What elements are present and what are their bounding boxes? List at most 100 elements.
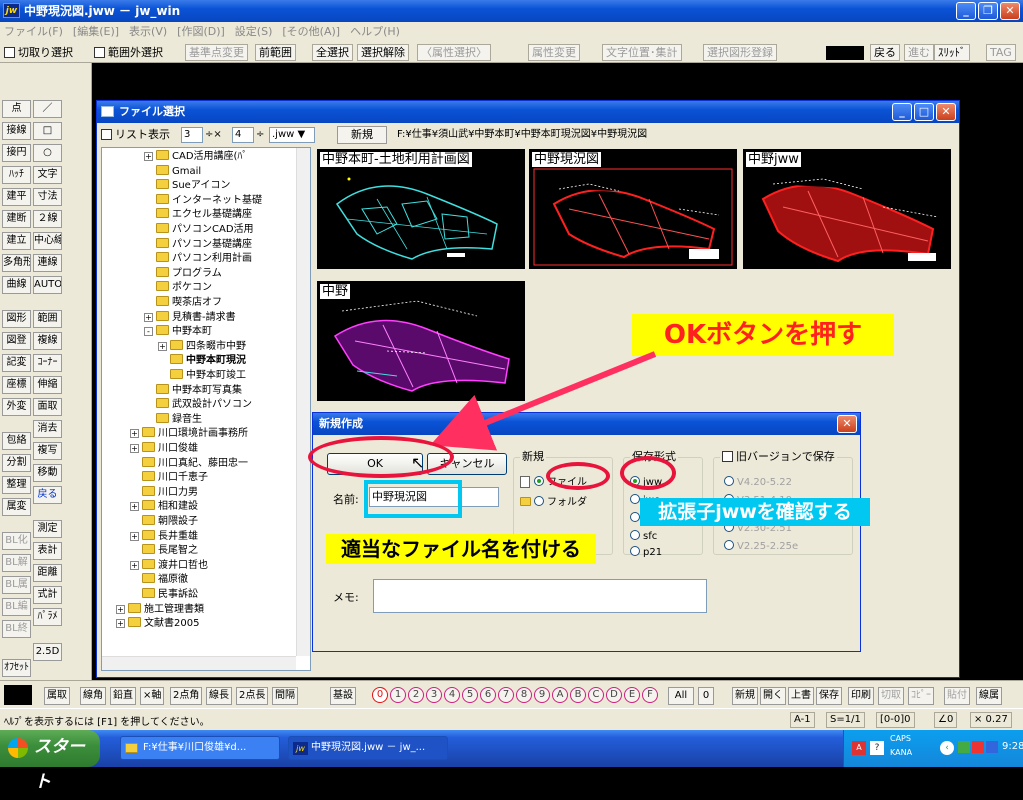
line-color-swatch[interactable]: [826, 46, 864, 60]
tag-button[interactable]: TAG: [986, 44, 1016, 61]
expand-icon[interactable]: +: [130, 429, 139, 439]
line-attr-button[interactable]: 線属: [976, 687, 1002, 705]
attribute-change-button[interactable]: 属性変更: [528, 44, 580, 61]
expand-icon[interactable]: +: [116, 604, 125, 614]
copy-button[interactable]: ｺﾋﾟｰ: [908, 687, 934, 705]
tree-folder-item[interactable]: + 長井重雄: [130, 529, 198, 542]
file-dialog-close-button[interactable]: ✕: [936, 103, 956, 121]
tray-arrow-icon[interactable]: ‹: [940, 741, 954, 755]
cut-select-checkbox[interactable]: 切取り選択: [4, 44, 73, 61]
tool-corner[interactable]: ｺｰﾅｰ: [33, 354, 62, 372]
layer-button[interactable]: 4: [444, 687, 460, 703]
vertical-button[interactable]: 鉛直: [110, 687, 136, 705]
tool-stretch[interactable]: 伸縮: [33, 376, 62, 394]
redo-button[interactable]: 進む: [904, 44, 934, 61]
layer-button[interactable]: 3: [426, 687, 442, 703]
layer-button[interactable]: 1: [390, 687, 406, 703]
tree-folder-item[interactable]: + 四条畷市中野: [158, 339, 246, 352]
tree-folder-item[interactable]: 川口千恵子: [130, 471, 208, 483]
tree-folder-item[interactable]: + 相和建設: [130, 500, 198, 512]
tool-point[interactable]: 点: [2, 100, 31, 118]
tool-building-elevation[interactable]: 建立: [2, 232, 31, 250]
tool-dimension[interactable]: 寸法: [33, 188, 62, 206]
tree-folder-item[interactable]: エクセル基礎講座: [144, 208, 252, 220]
up-down-arrows-icon[interactable]: ÷×: [205, 127, 222, 143]
menu-edit[interactable]: [編集(E)]: [73, 22, 119, 41]
start-button[interactable]: スタート: [0, 730, 100, 792]
tree-folder-item[interactable]: 長尾智之: [130, 544, 198, 556]
tool-parametric[interactable]: ﾊﾟﾗﾒ: [33, 608, 62, 626]
menu-other[interactable]: [その他(A)]: [282, 22, 340, 41]
tray-security-icon[interactable]: [972, 741, 984, 753]
tool-rectangle[interactable]: □: [33, 122, 62, 140]
deselect-button[interactable]: 選択解除: [357, 44, 409, 61]
tree-folder-item[interactable]: 中野本町写真集: [144, 383, 242, 396]
new-dialog-close-button[interactable]: ✕: [837, 415, 857, 433]
tree-folder-item[interactable]: + 施工管理書類: [116, 602, 204, 615]
tool-formula-calc[interactable]: 式計: [33, 586, 62, 604]
tool-block-attribute[interactable]: BL属: [2, 576, 31, 594]
layer-button[interactable]: A: [552, 687, 568, 703]
new-button[interactable]: 新規: [732, 687, 758, 705]
cut-button[interactable]: 切取: [878, 687, 904, 705]
text-position-button[interactable]: 文字位置･集計: [602, 44, 682, 61]
tool-block-end[interactable]: BL終: [2, 620, 31, 638]
base-point-change-button[interactable]: 基準点変更: [185, 44, 248, 61]
file-dialog-minimize-button[interactable]: _: [892, 103, 912, 121]
tool-envelope[interactable]: 包絡: [2, 432, 31, 450]
old-version-radio[interactable]: V2.25-2.25e: [724, 540, 798, 553]
print-button[interactable]: 印刷: [848, 687, 874, 705]
tool-building-plan[interactable]: 建平: [2, 188, 31, 206]
paper-size[interactable]: A-1: [790, 712, 815, 728]
paste-button[interactable]: 貼付: [944, 687, 970, 705]
layer-button[interactable]: 5: [462, 687, 478, 703]
old-version-radio[interactable]: V4.20-5.22: [724, 476, 792, 489]
thumbnail-land-use-plan[interactable]: 中野本町-土地利用計画図: [317, 149, 525, 269]
layer-button[interactable]: 2: [408, 687, 424, 703]
list-view-checkbox[interactable]: リスト表示: [101, 126, 170, 143]
tool-symbol-change[interactable]: 記変: [2, 354, 31, 372]
overwrite-button[interactable]: 上書: [788, 687, 814, 705]
tool-block-edit[interactable]: BL編: [2, 598, 31, 616]
tree-folder-item[interactable]: - 中野本町: [144, 325, 212, 337]
layer-button[interactable]: E: [624, 687, 640, 703]
expand-icon[interactable]: +: [130, 444, 139, 453]
tree-horizontal-scrollbar[interactable]: [102, 656, 296, 670]
tree-folder-item[interactable]: + 川口俊雄: [130, 442, 198, 454]
open-button[interactable]: 開く: [760, 687, 786, 705]
tool-chamfer[interactable]: 面取: [33, 398, 62, 416]
tree-vertical-scrollbar[interactable]: [296, 148, 310, 656]
file-dialog-maximize-button[interactable]: □: [914, 103, 934, 121]
tool-erase[interactable]: 消去: [33, 420, 62, 438]
tree-folder-item[interactable]: 川口真紀、藤田忠一: [130, 456, 248, 469]
collapse-icon[interactable]: -: [144, 327, 153, 337]
register-shape-button[interactable]: 選択図形登録: [703, 44, 777, 61]
attribute-select-button[interactable]: 〈属性選択〉: [417, 44, 491, 61]
base-setting-button[interactable]: 基設: [330, 687, 356, 705]
thumbnail-jww[interactable]: 中野jww: [743, 149, 951, 269]
tool-block-break[interactable]: BL解: [2, 554, 31, 572]
tool-center-line[interactable]: 中心線: [33, 232, 62, 250]
tree-folder-item[interactable]: パソコンCAD活用: [144, 223, 254, 235]
tool-offset[interactable]: ｵﾌｾｯﾄ: [2, 659, 31, 677]
ime-icon[interactable]: A: [852, 741, 866, 755]
menu-help[interactable]: ヘルプ(H): [350, 22, 400, 41]
tool-block-make[interactable]: BL化: [2, 532, 31, 550]
angle-readout[interactable]: ∠0: [934, 712, 958, 728]
outside-select-checkbox[interactable]: 範囲外選択: [94, 44, 163, 61]
rows-input[interactable]: 4: [232, 127, 254, 143]
layer-all-button[interactable]: All: [668, 687, 694, 705]
tool-arrange[interactable]: 整理: [2, 476, 31, 494]
layer-button[interactable]: 8: [516, 687, 532, 703]
tool-shape[interactable]: 図形: [2, 310, 31, 328]
taskbar-explorer[interactable]: F:¥仕事¥川口俊雄¥d...: [120, 736, 280, 760]
menu-draw[interactable]: [作図(D)]: [177, 22, 225, 41]
tree-folder-item[interactable]: ポケコン: [144, 281, 212, 293]
two-point-angle-button[interactable]: 2点角: [170, 687, 203, 705]
old-version-checkbox[interactable]: 旧バージョンで保存: [720, 450, 837, 464]
tree-folder-item[interactable]: インターネット基礎: [144, 193, 262, 206]
taskbar-jwwin[interactable]: jw 中野現況図.jww － jw_...: [288, 736, 448, 760]
slide-button[interactable]: ｽﾘｯﾄﾞ: [934, 44, 970, 61]
interval-button[interactable]: 間隔: [272, 687, 298, 705]
tool-table-calc[interactable]: 表計: [33, 542, 62, 560]
